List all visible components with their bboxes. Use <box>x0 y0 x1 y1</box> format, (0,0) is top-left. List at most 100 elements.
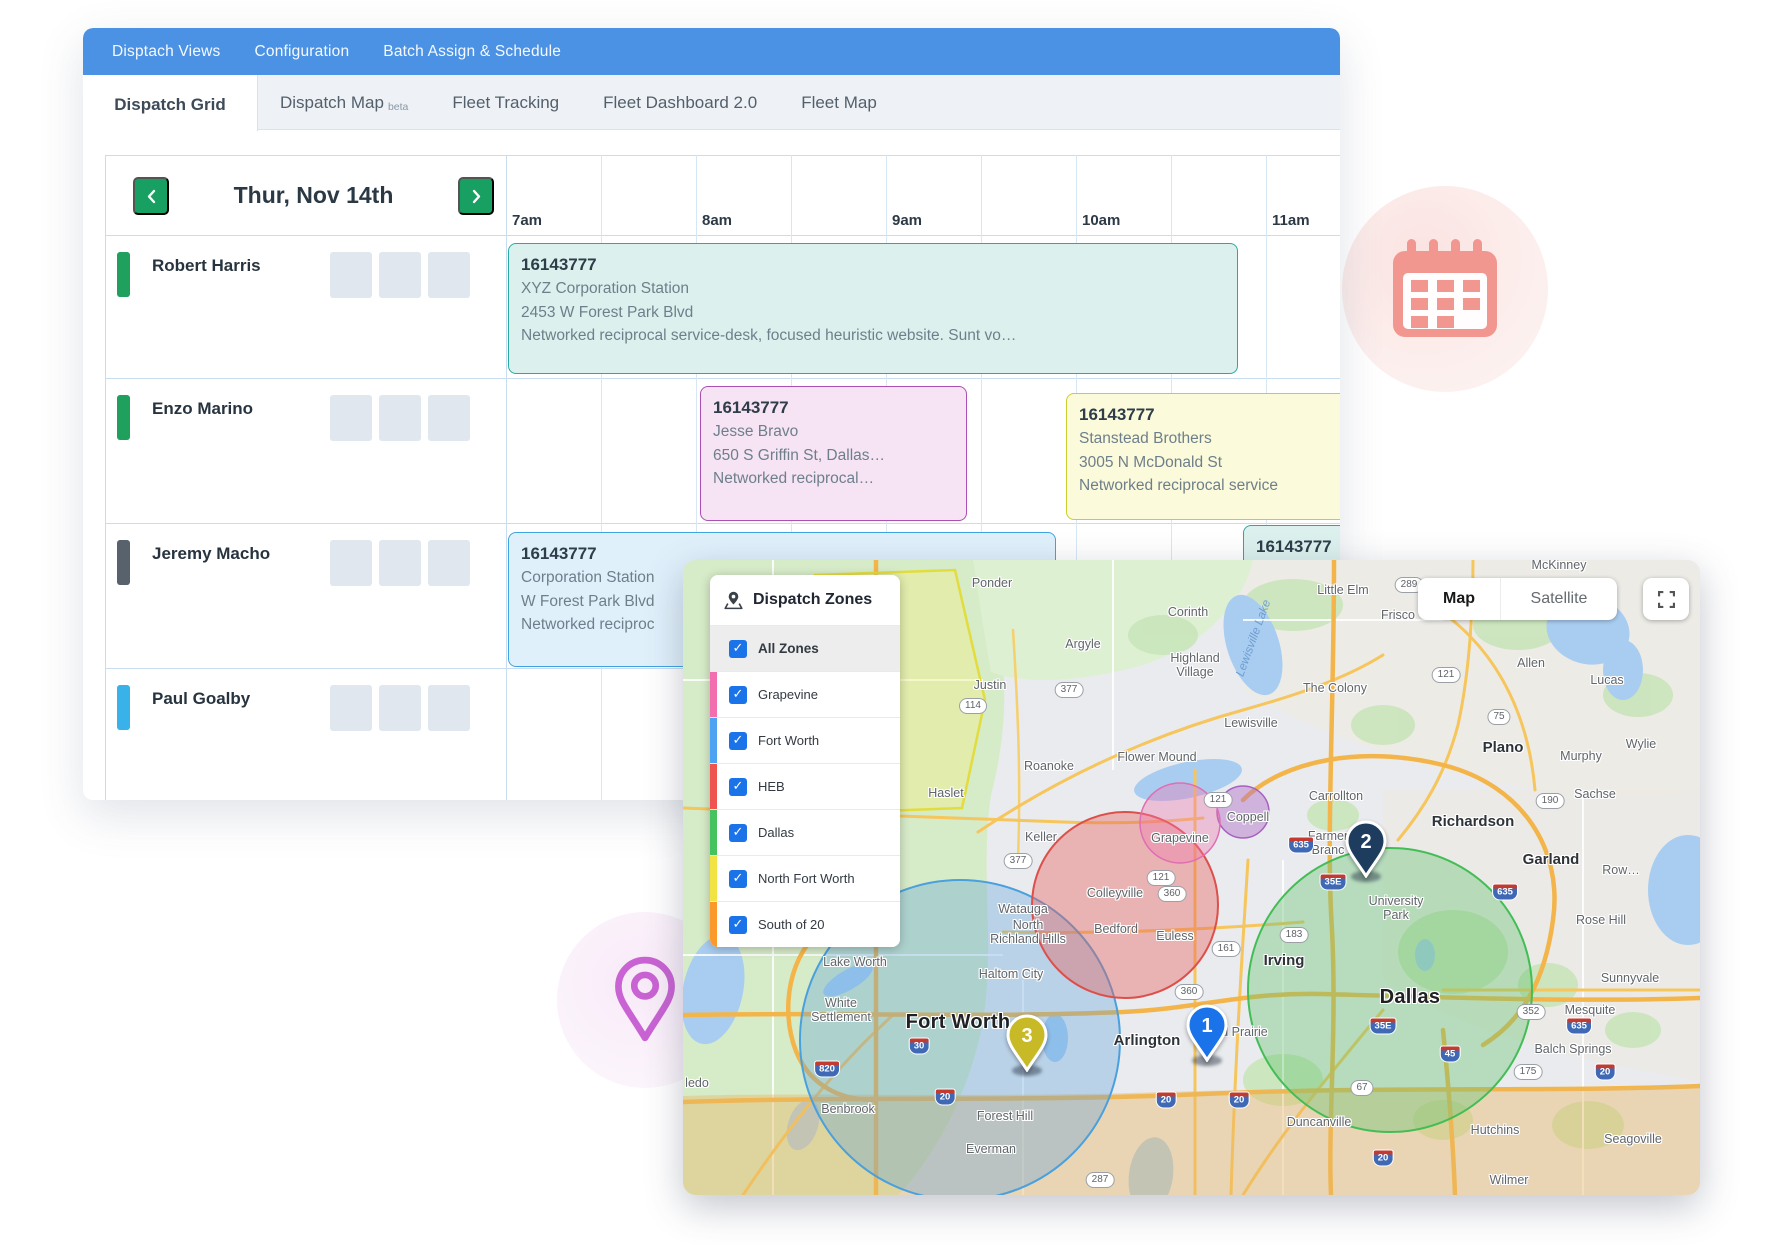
zone-dallas[interactable] <box>1248 848 1532 1132</box>
zone-checkbox[interactable]: ✓ <box>729 778 747 796</box>
zone-checkbox[interactable]: ✓ <box>729 824 747 842</box>
zone-checkbox[interactable]: ✓ <box>729 916 747 934</box>
zone-row-north-fort-worth[interactable]: ✓ North Fort Worth <box>710 855 900 901</box>
legend-title: Dispatch Zones <box>753 591 872 609</box>
slot-placeholder <box>428 685 470 731</box>
driver-name: Paul Goalby <box>152 689 250 709</box>
zone-checkbox[interactable]: ✓ <box>729 732 747 750</box>
job-detail: Stanstead Brothers <box>1079 427 1340 451</box>
screenshot-root: Disptach ViewsConfigurationBatch Assign … <box>0 0 1785 1245</box>
zone-row-all-zones[interactable]: ✓ All Zones <box>710 625 900 671</box>
grid-row-border <box>105 155 1340 156</box>
grid-row-border <box>105 378 1340 379</box>
slot-placeholder <box>428 540 470 586</box>
map-pin-icon <box>612 955 678 1045</box>
marker-pin-icon: 3 <box>1004 1014 1050 1072</box>
zone-color-strip <box>710 902 717 947</box>
zone-color-strip <box>710 810 717 855</box>
driver-name: Robert Harris <box>152 256 261 276</box>
slot-placeholder <box>330 540 372 586</box>
prev-day-button[interactable] <box>133 177 169 215</box>
calendar-decoration <box>1342 186 1548 392</box>
slot-placeholder <box>330 395 372 441</box>
zone-row-south-of-20[interactable]: ✓ South of 20 <box>710 901 900 947</box>
job-card[interactable]: 16143777Stanstead Brothers3005 N McDonal… <box>1066 393 1340 520</box>
job-id: 16143777 <box>521 253 1225 277</box>
job-detail: 2453 W Forest Park Blvd <box>521 301 1225 325</box>
zone-label: All Zones <box>758 641 819 656</box>
marker-pin-icon: 2 <box>1343 820 1389 878</box>
zone-checkbox[interactable]: ✓ <box>729 870 747 888</box>
fullscreen-button[interactable] <box>1643 578 1689 620</box>
zone-checkbox[interactable]: ✓ <box>729 640 747 658</box>
zone-label: HEB <box>758 779 785 794</box>
job-detail: Networked reciprocal… <box>713 467 954 491</box>
slot-placeholder <box>330 685 372 731</box>
driver-name: Jeremy Macho <box>152 544 270 564</box>
slot-placeholder <box>379 685 421 731</box>
fullscreen-icon <box>1658 591 1675 608</box>
slot-placeholder <box>428 395 470 441</box>
job-detail: Networked reciprocal service <box>1079 474 1340 498</box>
slot-placeholder <box>379 540 421 586</box>
zone-label: South of 20 <box>758 917 825 932</box>
zone-checkbox[interactable]: ✓ <box>729 686 747 704</box>
svg-text:1: 1 <box>1201 1015 1212 1037</box>
legend-header: Dispatch Zones <box>710 575 900 625</box>
job-id: 16143777 <box>1079 403 1340 427</box>
driver-color-indicator <box>117 252 130 297</box>
job-detail: Networked reciprocal service-desk, focus… <box>521 324 1225 348</box>
marker-pin-icon: 1 <box>1184 1004 1230 1062</box>
time-label-9am: 9am <box>892 212 922 229</box>
zone-label: Fort Worth <box>758 733 819 748</box>
date-label: Thur, Nov 14th <box>169 182 458 209</box>
zone-row-heb[interactable]: ✓ HEB <box>710 763 900 809</box>
job-detail: 650 S Griffin St, Dallas… <box>713 444 954 468</box>
time-label-11am: 11am <box>1272 212 1310 229</box>
job-detail: Jesse Bravo <box>713 420 954 444</box>
next-day-button[interactable] <box>458 177 494 215</box>
slot-placeholder <box>379 395 421 441</box>
driver-color-indicator <box>117 395 130 440</box>
grid-left-border <box>105 155 106 800</box>
time-label-7am: 7am <box>512 212 542 229</box>
zone-color-strip <box>710 718 717 763</box>
slot-placeholder <box>379 252 421 298</box>
zone-row-grapevine[interactable]: ✓ Grapevine <box>710 671 900 717</box>
zone-row-dallas[interactable]: ✓ Dallas <box>710 809 900 855</box>
zone-label: Grapevine <box>758 687 818 702</box>
job-detail: XYZ Corporation Station <box>521 277 1225 301</box>
calendar-icon <box>1393 239 1497 339</box>
grid-row-border <box>105 523 1340 524</box>
zone-label: North Fort Worth <box>758 871 855 886</box>
time-label-10am: 10am <box>1082 212 1120 229</box>
driver-color-indicator <box>117 685 130 730</box>
driver-name: Enzo Marino <box>152 399 253 419</box>
svg-text:3: 3 <box>1021 1025 1032 1047</box>
zone-color-strip <box>710 856 717 901</box>
zone-grapevine[interactable] <box>1140 783 1220 863</box>
zones-map-pin-icon <box>723 590 744 611</box>
slot-placeholder <box>330 252 372 298</box>
zone-blob-purple[interactable] <box>1217 786 1269 838</box>
job-detail: 3005 N McDonald St <box>1079 451 1340 475</box>
zone-row-fort-worth[interactable]: ✓ Fort Worth <box>710 717 900 763</box>
zone-color-strip <box>710 672 717 717</box>
job-id: 16143777 <box>713 396 954 420</box>
zone-label: Dallas <box>758 825 794 840</box>
map-type-satellite-button[interactable]: Satellite <box>1500 578 1617 620</box>
grid-row-border <box>105 235 1340 236</box>
slot-placeholder <box>428 252 470 298</box>
map-type-control: Map Satellite <box>1418 578 1617 620</box>
time-label-8am: 8am <box>702 212 732 229</box>
dispatch-zones-legend: Dispatch Zones ✓ All Zones ✓ Grapevine ✓ Fort… <box>710 575 900 947</box>
driver-color-indicator <box>117 540 130 585</box>
grid-column-line <box>506 155 507 800</box>
job-card[interactable]: 16143777Jesse Bravo650 S Griffin St, Dal… <box>700 386 967 521</box>
map-type-map-button[interactable]: Map <box>1418 578 1500 620</box>
map-panel[interactable]: PonderCorinthLittle ElmFriscoMcKinneyArg… <box>683 560 1700 1195</box>
zone-color-strip <box>710 764 717 809</box>
job-id: 16143777 <box>1256 535 1340 559</box>
chevron-left-icon <box>146 189 157 204</box>
job-card[interactable]: 16143777XYZ Corporation Station2453 W Fo… <box>508 243 1238 374</box>
